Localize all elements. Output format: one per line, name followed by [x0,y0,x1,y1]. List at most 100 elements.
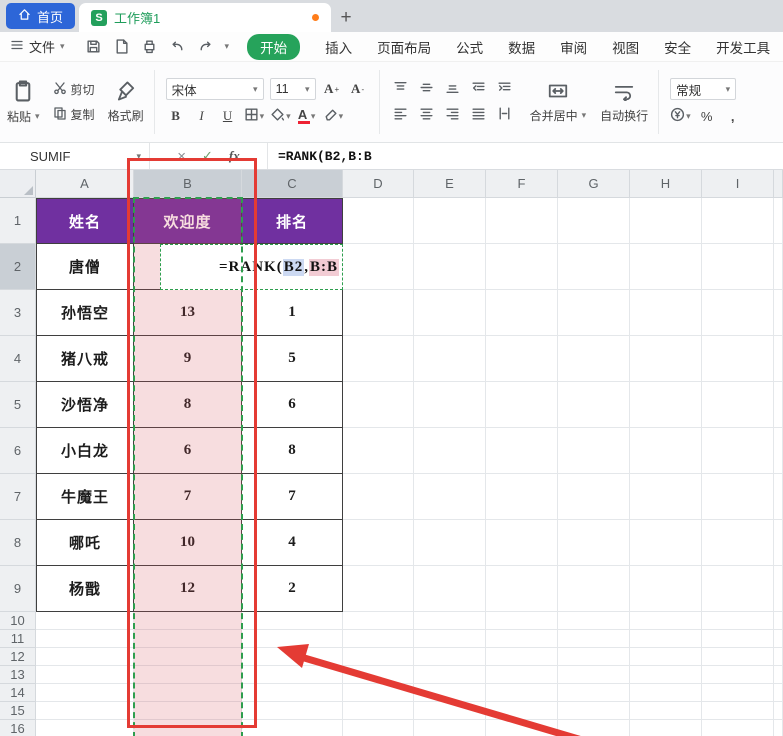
cell-H6[interactable] [630,428,702,474]
cell-H15[interactable] [630,702,702,720]
cell-B10[interactable] [134,612,242,630]
italic-button[interactable]: I [192,106,212,126]
cell-B14[interactable] [134,684,242,702]
align-bottom-button[interactable] [443,79,463,99]
cell-E2[interactable] [414,244,486,290]
ribbon-tab-security[interactable]: 安全 [664,37,691,57]
cell-D2[interactable] [343,244,414,290]
underline-button[interactable]: U [218,106,238,126]
indent-decrease-button[interactable] [469,79,489,99]
number-format-select[interactable]: 常规 ▾ [670,78,737,100]
cell-E14[interactable] [414,684,486,702]
cell-I9[interactable] [702,566,774,612]
paste-button[interactable]: 粘贴 ▾ [0,76,47,129]
insert-function-button[interactable]: fx [229,148,240,164]
cell-E6[interactable] [414,428,486,474]
cell-H1[interactable] [630,198,702,244]
cut-button[interactable]: 剪切 [53,81,95,98]
cell-F15[interactable] [486,702,558,720]
cell-B16[interactable] [134,720,242,736]
row-header-3[interactable]: 3 [0,290,36,336]
column-header-C[interactable]: C [242,170,343,198]
cell-D9[interactable] [343,566,414,612]
cell-H11[interactable] [630,630,702,648]
row-header-7[interactable]: 7 [0,474,36,520]
cell-G11[interactable] [558,630,630,648]
cell-G15[interactable] [558,702,630,720]
cell-E15[interactable] [414,702,486,720]
cell-C12[interactable] [242,648,343,666]
cell-H14[interactable] [630,684,702,702]
cell-G6[interactable] [558,428,630,474]
file-menu[interactable]: 文件 ▾ [0,37,75,56]
row-header-6[interactable]: 6 [0,428,36,474]
row-header-8[interactable]: 8 [0,520,36,566]
format-painter-button[interactable]: 格式刷 [101,77,151,128]
ribbon-tab-dev-tools[interactable]: 开发工具 [716,37,770,57]
cell-G9[interactable] [558,566,630,612]
cell-A3[interactable]: 孙悟空 [36,290,134,336]
cell-F2[interactable] [486,244,558,290]
cell-A6[interactable]: 小白龙 [36,428,134,474]
cell-A7[interactable]: 牛魔王 [36,474,134,520]
cell-B13[interactable] [134,666,242,684]
align-left-button[interactable] [391,105,411,125]
cell-F16[interactable] [486,720,558,736]
cell-C7[interactable]: 7 [242,474,343,520]
ribbon-tab-insert[interactable]: 插入 [325,37,352,57]
ribbon-tab-review[interactable]: 审阅 [560,37,587,57]
cell-F1[interactable] [486,198,558,244]
cell-C16[interactable] [242,720,343,736]
cell-A14[interactable] [36,684,134,702]
percent-button[interactable]: % [697,106,717,126]
cell-B3[interactable]: 13 [134,290,242,336]
cell-I14[interactable] [702,684,774,702]
cell-I3[interactable] [702,290,774,336]
cell-C11[interactable] [242,630,343,648]
column-header-H[interactable]: H [630,170,702,198]
workbook-tab[interactable]: S 工作簿1 [79,3,332,32]
cell-B7[interactable]: 7 [134,474,242,520]
cell-H16[interactable] [630,720,702,736]
cell-D16[interactable] [343,720,414,736]
cell-C9[interactable]: 2 [242,566,343,612]
cell-C15[interactable] [242,702,343,720]
currency-button[interactable]: ▾ [670,106,691,126]
cell-I10[interactable] [702,612,774,630]
column-header-A[interactable]: A [36,170,134,198]
cell-H9[interactable] [630,566,702,612]
cancel-entry-button[interactable]: × [177,148,186,165]
cell-A16[interactable] [36,720,134,736]
cell-C13[interactable] [242,666,343,684]
cell-D1[interactable] [343,198,414,244]
row-header-4[interactable]: 4 [0,336,36,382]
cell-E12[interactable] [414,648,486,666]
cell-B9[interactable]: 12 [134,566,242,612]
cell-A2[interactable]: 唐僧 [36,244,134,290]
more-commands-caret[interactable]: ▾ [225,41,230,52]
cell-H5[interactable] [630,382,702,428]
cell-E3[interactable] [414,290,486,336]
cell-H3[interactable] [630,290,702,336]
cell-E8[interactable] [414,520,486,566]
cell-D7[interactable] [343,474,414,520]
wrap-text-button[interactable]: 自动换行 [593,77,655,128]
cell-H4[interactable] [630,336,702,382]
cell-H13[interactable] [630,666,702,684]
cell-G3[interactable] [558,290,630,336]
indent-increase-button[interactable] [495,79,515,99]
cell-I13[interactable] [702,666,774,684]
column-header-F[interactable]: F [486,170,558,198]
cell-H10[interactable] [630,612,702,630]
row-header-16[interactable]: 16 [0,720,36,736]
select-all-corner[interactable] [0,170,36,198]
cell-G5[interactable] [558,382,630,428]
row-header-14[interactable]: 14 [0,684,36,702]
cell-H12[interactable] [630,648,702,666]
row-header-13[interactable]: 13 [0,666,36,684]
merge-center-button[interactable]: 合并居中 ▾ [523,77,594,128]
confirm-entry-button[interactable]: ✓ [202,148,213,164]
cell-A10[interactable] [36,612,134,630]
cell-H8[interactable] [630,520,702,566]
cell-F13[interactable] [486,666,558,684]
